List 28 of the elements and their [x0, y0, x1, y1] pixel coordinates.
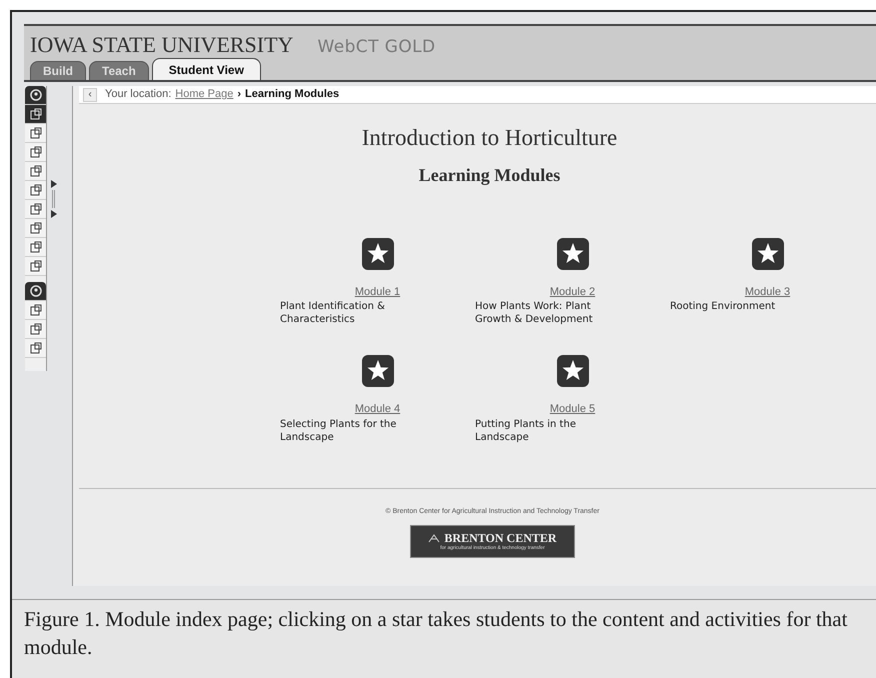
menu-header-icon[interactable]: [25, 86, 46, 105]
expand-arrow-icon[interactable]: [51, 210, 57, 218]
page-title: Introduction to Horticulture: [360, 124, 618, 152]
tab[interactable]: Student View: [152, 58, 261, 80]
module-link[interactable]: Module 2: [550, 284, 596, 300]
page-subtitle: Learning Modules: [418, 164, 562, 187]
back-button[interactable]: ‹: [83, 88, 97, 102]
module-description: Putting Plants in the Landscape: [475, 418, 577, 444]
current-page-label: Learning Modules: [245, 87, 340, 102]
module-link[interactable]: Module 5: [550, 401, 596, 418]
university-logo: IOWA STATE UNIVERSITY: [30, 34, 294, 56]
tab[interactable]: Build: [30, 61, 86, 80]
tab[interactable]: Teach: [89, 61, 149, 80]
separator-text: ›: [237, 87, 242, 102]
logo-name: BRENTON CENTER: [444, 532, 557, 544]
product-logo: WebCT GOLD: [317, 39, 436, 56]
menu-header-icon[interactable]: [25, 282, 46, 301]
location-label: Your location:: [105, 87, 172, 102]
module-description: How Plants Work: Plant Growth & Development: [475, 300, 594, 326]
module-link[interactable]: Module 4: [354, 401, 400, 418]
module-link[interactable]: Module 3: [744, 284, 790, 300]
expand-arrow-icon[interactable]: [51, 180, 57, 188]
home-page-link[interactable]: Home Page: [175, 86, 234, 103]
module-description: Rooting Environment: [670, 300, 776, 313]
module-description: Plant Identification & Characteristics: [280, 300, 386, 326]
module-description: Selecting Plants for the Landscape: [280, 418, 398, 444]
tool-icon[interactable]: [25, 105, 46, 124]
module-link[interactable]: Module 1: [354, 284, 400, 300]
